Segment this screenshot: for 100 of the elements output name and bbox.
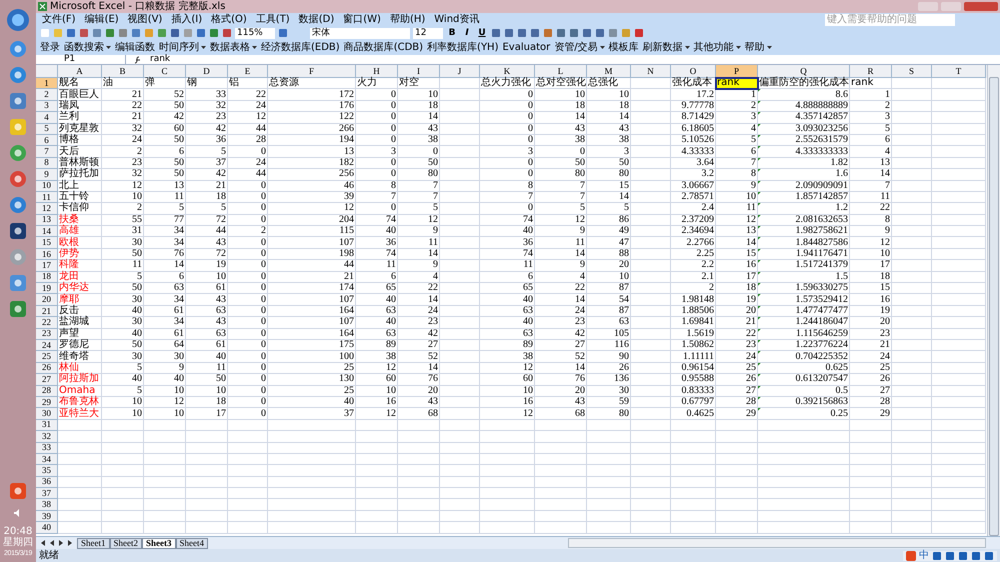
start-button[interactable] [6,8,30,32]
app-icon[interactable] [9,482,27,500]
row-header[interactable]: 5 [36,124,58,135]
toolbar-button[interactable]: 数据表格 [210,42,257,52]
row-header[interactable]: 33 [36,442,58,454]
menu-item[interactable]: 文件(F) [42,14,76,24]
row-header[interactable]: 12 [36,203,58,215]
font-size-field[interactable]: 12 [413,28,443,38]
toolbar-button[interactable]: 经济数据库(EDB) [261,42,340,52]
column-header[interactable]: P [716,65,758,78]
toolbar-button[interactable]: 模板库 [608,42,639,52]
scroll-thumb[interactable] [989,77,999,536]
column-header[interactable]: M [587,65,631,78]
column-header[interactable]: S [892,65,932,78]
row-header[interactable]: 13 [36,214,58,226]
row-header[interactable]: 10 [36,180,58,192]
row-header[interactable]: 18 [36,272,58,284]
row-header[interactable]: 7 [36,146,58,158]
toolbar-button[interactable]: Evaluator [502,42,550,52]
row-header[interactable]: 25 [36,351,58,363]
formula-field[interactable]: rank [150,55,170,64]
menu-item[interactable]: Wind资讯 [434,14,480,24]
sheet-tab[interactable]: Sheet1 [77,538,110,548]
app-icon[interactable] [9,92,27,110]
vertical-scrollbar[interactable] [987,65,1000,536]
function-icon[interactable] [134,56,142,64]
row-header[interactable]: 2 [36,89,58,101]
row-header[interactable]: 24 [36,340,58,352]
column-header[interactable]: D [186,65,228,78]
toolbar-button[interactable]: 函数搜索 [64,42,111,52]
row-header[interactable]: 35 [36,465,58,477]
row-header[interactable]: 20 [36,294,58,306]
column-header[interactable]: Q [758,65,850,78]
row-header[interactable]: 26 [36,362,58,374]
row-header[interactable]: 32 [36,431,58,442]
row-header[interactable]: 15 [36,237,58,249]
column-header[interactable]: C [144,65,186,78]
app-icon[interactable] [9,196,27,214]
toolbar-button[interactable]: 刷新数据 [642,42,690,52]
menu-item[interactable]: 工具(T) [256,14,290,24]
toolbar-button[interactable]: 资管/交易 [554,42,605,52]
row-header[interactable]: 6 [36,134,58,146]
column-header[interactable]: J [440,65,480,78]
menu-item[interactable]: 帮助(H) [390,14,426,24]
format-button[interactable]: I [461,28,473,38]
format-button[interactable]: U [476,28,488,38]
row-header[interactable]: 38 [36,499,58,511]
menu-item[interactable]: 编辑(E) [84,14,119,24]
column-header[interactable]: E [228,65,268,78]
menu-item[interactable]: 插入(I) [171,14,202,24]
column-header[interactable]: A [58,65,102,78]
toolbar-button[interactable]: 帮助 [744,42,772,52]
format-button[interactable]: B [446,28,458,38]
zoom-field[interactable]: 115% [235,28,275,38]
row-header[interactable]: 17 [36,260,58,272]
sheet-tab[interactable]: Sheet3 [142,538,176,548]
row-header[interactable]: 28 [36,386,58,397]
help-search-field[interactable]: 键入需要帮助的问题 [825,14,955,26]
row-header[interactable]: 21 [36,306,58,318]
row-header[interactable]: 40 [36,522,58,534]
row-header[interactable]: 29 [36,396,58,408]
column-header[interactable]: T [932,65,986,78]
row-header[interactable]: 39 [36,510,58,522]
row-header[interactable]: 34 [36,454,58,466]
row-header[interactable]: 36 [36,476,58,488]
font-field[interactable]: 宋体 [310,28,410,38]
menu-item[interactable]: 窗口(W) [343,14,381,24]
menu-item[interactable]: 格式(O) [211,14,247,24]
row-header[interactable]: 31 [36,420,58,432]
row-header[interactable]: 19 [36,283,58,294]
ime-mode[interactable]: 中 [919,550,929,560]
row-header[interactable]: 14 [36,226,58,238]
menu-item[interactable]: 视图(V) [128,14,162,24]
toolbar-button[interactable]: 商品数据库(CDB) [344,42,424,52]
column-header[interactable]: H [356,65,398,78]
toolbar-button[interactable]: 其他功能 [694,42,741,52]
column-header[interactable]: L [535,65,587,78]
app-icon[interactable] [9,170,27,188]
name-box[interactable]: P1 [36,55,126,64]
row-header[interactable]: 23 [36,328,58,340]
row-header[interactable]: 22 [36,317,58,329]
app-icon[interactable] [9,300,27,318]
row-header[interactable]: 1 [36,78,58,90]
column-header[interactable]: I [398,65,440,78]
row-header[interactable]: 3 [36,100,58,112]
sheet-tab[interactable]: Sheet4 [176,538,208,548]
input-method-icon[interactable] [906,550,916,560]
menu-item[interactable]: 数据(D) [298,14,334,24]
row-header[interactable]: 37 [36,488,58,500]
row-header[interactable]: 27 [36,374,58,386]
column-header[interactable]: B [102,65,144,78]
row-header[interactable]: 16 [36,248,58,260]
horizontal-scrollbar[interactable] [568,538,986,548]
row-header[interactable]: 9 [36,169,58,181]
toolbar-button[interactable]: 时间序列 [159,42,206,52]
row-header[interactable]: 30 [36,408,58,420]
row-header[interactable]: 4 [36,112,58,124]
toolbar-icon[interactable] [278,28,288,38]
column-header[interactable]: K [480,65,535,78]
column-header[interactable]: R [850,65,892,78]
